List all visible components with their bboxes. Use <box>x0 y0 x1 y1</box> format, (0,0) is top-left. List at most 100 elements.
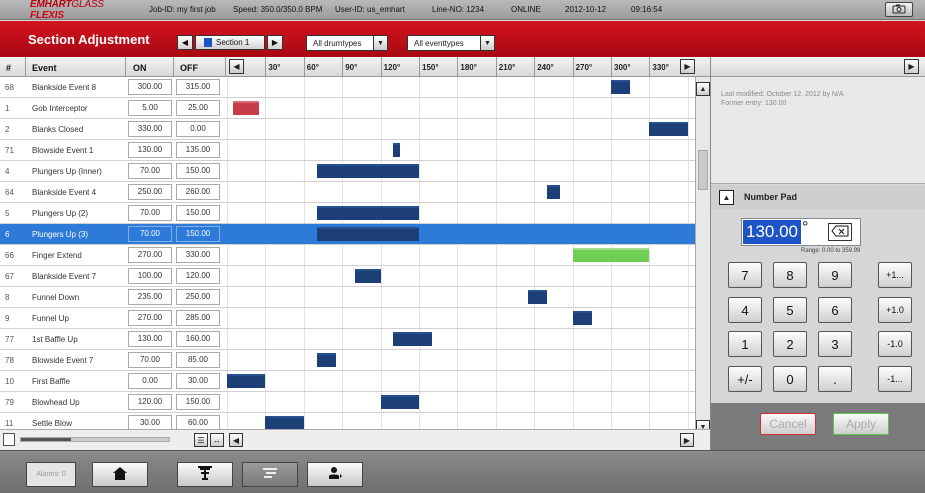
scroll-left-button[interactable]: ◀ <box>229 59 244 74</box>
numpad-key[interactable]: 4 <box>728 297 762 323</box>
numpad-key[interactable]: 3 <box>818 331 852 357</box>
timing-button[interactable] <box>242 462 298 487</box>
column-scrollbar[interactable] <box>20 437 170 442</box>
table-row[interactable]: 10 First Baffle 0.00 30.00 <box>0 371 695 392</box>
table-row[interactable]: 2 Blanks Closed 330.00 0.00 <box>0 119 695 140</box>
off-value-field[interactable]: 160.00 <box>176 331 220 347</box>
table-row[interactable]: 79 Blowhead Up 120.00 150.00 <box>0 392 695 413</box>
expand-toggle[interactable] <box>3 433 15 446</box>
timing-bar[interactable] <box>355 269 381 283</box>
scroll-right-button[interactable]: ▶ <box>680 59 695 74</box>
timing-bar[interactable] <box>316 164 419 178</box>
timing-bar[interactable] <box>572 311 592 325</box>
off-value-field[interactable]: 85.00 <box>176 352 220 368</box>
backspace-button[interactable] <box>828 223 852 241</box>
section-selector[interactable]: Section 1 <box>195 35 265 50</box>
machine-button[interactable] <box>177 462 233 487</box>
drumtypes-select[interactable]: All drumtypes ▼ <box>306 35 388 51</box>
table-row[interactable]: 8 Funnel Down 235.00 250.00 <box>0 287 695 308</box>
off-value-field[interactable]: 25.00 <box>176 100 220 116</box>
on-value-field[interactable]: 70.00 <box>128 163 172 179</box>
increment-key[interactable]: +1.0 <box>878 297 912 323</box>
table-row[interactable]: 71 Blowside Event 1 130.00 135.00 <box>0 140 695 161</box>
on-value-field[interactable]: 300.00 <box>128 79 172 95</box>
vertical-scrollbar[interactable]: ▲ ▼ <box>695 77 710 434</box>
table-row[interactable]: 67 Blankside Event 7 100.00 120.00 <box>0 266 695 287</box>
cancel-button[interactable]: Cancel <box>760 413 816 435</box>
value-field[interactable]: 130.00 ° <box>741 218 861 246</box>
timing-bar[interactable] <box>393 143 400 157</box>
on-value-field[interactable]: 130.00 <box>128 331 172 347</box>
apply-button[interactable]: Apply <box>833 413 889 435</box>
increment-key[interactable]: -1... <box>878 366 912 392</box>
table-row[interactable]: 64 Blankside Event 4 250.00 260.00 <box>0 182 695 203</box>
table-row[interactable]: 6 Plungers Up (3) 70.00 150.00 <box>0 224 695 245</box>
table-row[interactable]: 77 1st Baffle Up 130.00 160.00 <box>0 329 695 350</box>
numpad-key[interactable]: 5 <box>773 297 807 323</box>
table-row[interactable]: 68 Blankside Event 8 300.00 315.00 <box>0 77 695 98</box>
on-value-field[interactable]: 30.00 <box>128 415 172 429</box>
timing-bar[interactable] <box>316 227 419 241</box>
home-button[interactable] <box>92 462 148 487</box>
on-value-field[interactable]: 330.00 <box>128 121 172 137</box>
on-value-field[interactable]: 70.00 <box>128 352 172 368</box>
on-value-field[interactable]: 270.00 <box>128 310 172 326</box>
off-value-field[interactable]: 260.00 <box>176 184 220 200</box>
numpad-key[interactable]: . <box>818 366 852 392</box>
timing-bar[interactable] <box>316 353 336 367</box>
timeline-scroll-left[interactable]: ◀ <box>229 433 243 447</box>
timing-bar[interactable] <box>393 332 432 346</box>
on-value-field[interactable]: 0.00 <box>128 373 172 389</box>
numpad-key[interactable]: +/- <box>728 366 762 392</box>
view-fit-button[interactable]: ↔ <box>210 433 224 447</box>
off-value-field[interactable]: 150.00 <box>176 394 220 410</box>
timing-bar[interactable] <box>316 206 419 220</box>
off-value-field[interactable]: 315.00 <box>176 79 220 95</box>
off-value-field[interactable]: 120.00 <box>176 268 220 284</box>
screenshot-button[interactable] <box>885 2 913 17</box>
numpad-key[interactable]: 8 <box>773 262 807 288</box>
on-value-field[interactable]: 250.00 <box>128 184 172 200</box>
eventtypes-select[interactable]: All eventtypes ▼ <box>407 35 495 51</box>
numpad-key[interactable]: 7 <box>728 262 762 288</box>
timing-bar[interactable] <box>527 290 547 304</box>
off-value-field[interactable]: 30.00 <box>176 373 220 389</box>
timing-bar[interactable] <box>611 80 631 94</box>
table-row[interactable]: 1 Gob Interceptor 5.00 25.00 <box>0 98 695 119</box>
increment-key[interactable]: -1.0 <box>878 331 912 357</box>
user-button[interactable] <box>307 462 363 487</box>
table-row[interactable]: 9 Funnel Up 270.00 285.00 <box>0 308 695 329</box>
view-list-button[interactable]: ☰ <box>194 433 208 447</box>
timing-bar[interactable] <box>547 185 560 199</box>
on-value-field[interactable]: 120.00 <box>128 394 172 410</box>
off-value-field[interactable]: 150.00 <box>176 205 220 221</box>
on-value-field[interactable]: 70.00 <box>128 226 172 242</box>
timing-bar[interactable] <box>265 416 304 429</box>
numpad-key[interactable]: 9 <box>818 262 852 288</box>
timing-bar[interactable] <box>380 395 419 409</box>
collapse-panel-button[interactable]: ▶ <box>904 59 919 74</box>
off-value-field[interactable]: 60.00 <box>176 415 220 429</box>
increment-key[interactable]: +1... <box>878 262 912 288</box>
next-section-button[interactable]: ▶ <box>267 35 283 50</box>
numpad-key[interactable]: 0 <box>773 366 807 392</box>
table-row[interactable]: 4 Plungers Up (Inner) 70.00 150.00 <box>0 161 695 182</box>
on-value-field[interactable]: 5.00 <box>128 100 172 116</box>
table-row[interactable]: 11 Settle Blow 30.00 60.00 <box>0 413 695 429</box>
scroll-up-button[interactable]: ▲ <box>696 82 710 96</box>
timing-bar[interactable] <box>649 122 688 136</box>
scroll-thumb[interactable] <box>698 150 708 190</box>
on-value-field[interactable]: 130.00 <box>128 142 172 158</box>
off-value-field[interactable]: 330.00 <box>176 247 220 263</box>
off-value-field[interactable]: 150.00 <box>176 226 220 242</box>
alarms-button[interactable]: Alarms: 0 <box>26 462 76 487</box>
on-value-field[interactable]: 270.00 <box>128 247 172 263</box>
off-value-field[interactable]: 150.00 <box>176 163 220 179</box>
table-row[interactable]: 5 Plungers Up (2) 70.00 150.00 <box>0 203 695 224</box>
on-value-field[interactable]: 100.00 <box>128 268 172 284</box>
table-row[interactable]: 66 Finger Extend 270.00 330.00 <box>0 245 695 266</box>
timing-bar[interactable] <box>227 374 266 388</box>
table-row[interactable]: 78 Blowside Event 7 70.00 85.00 <box>0 350 695 371</box>
off-value-field[interactable]: 0.00 <box>176 121 220 137</box>
on-value-field[interactable]: 70.00 <box>128 205 172 221</box>
